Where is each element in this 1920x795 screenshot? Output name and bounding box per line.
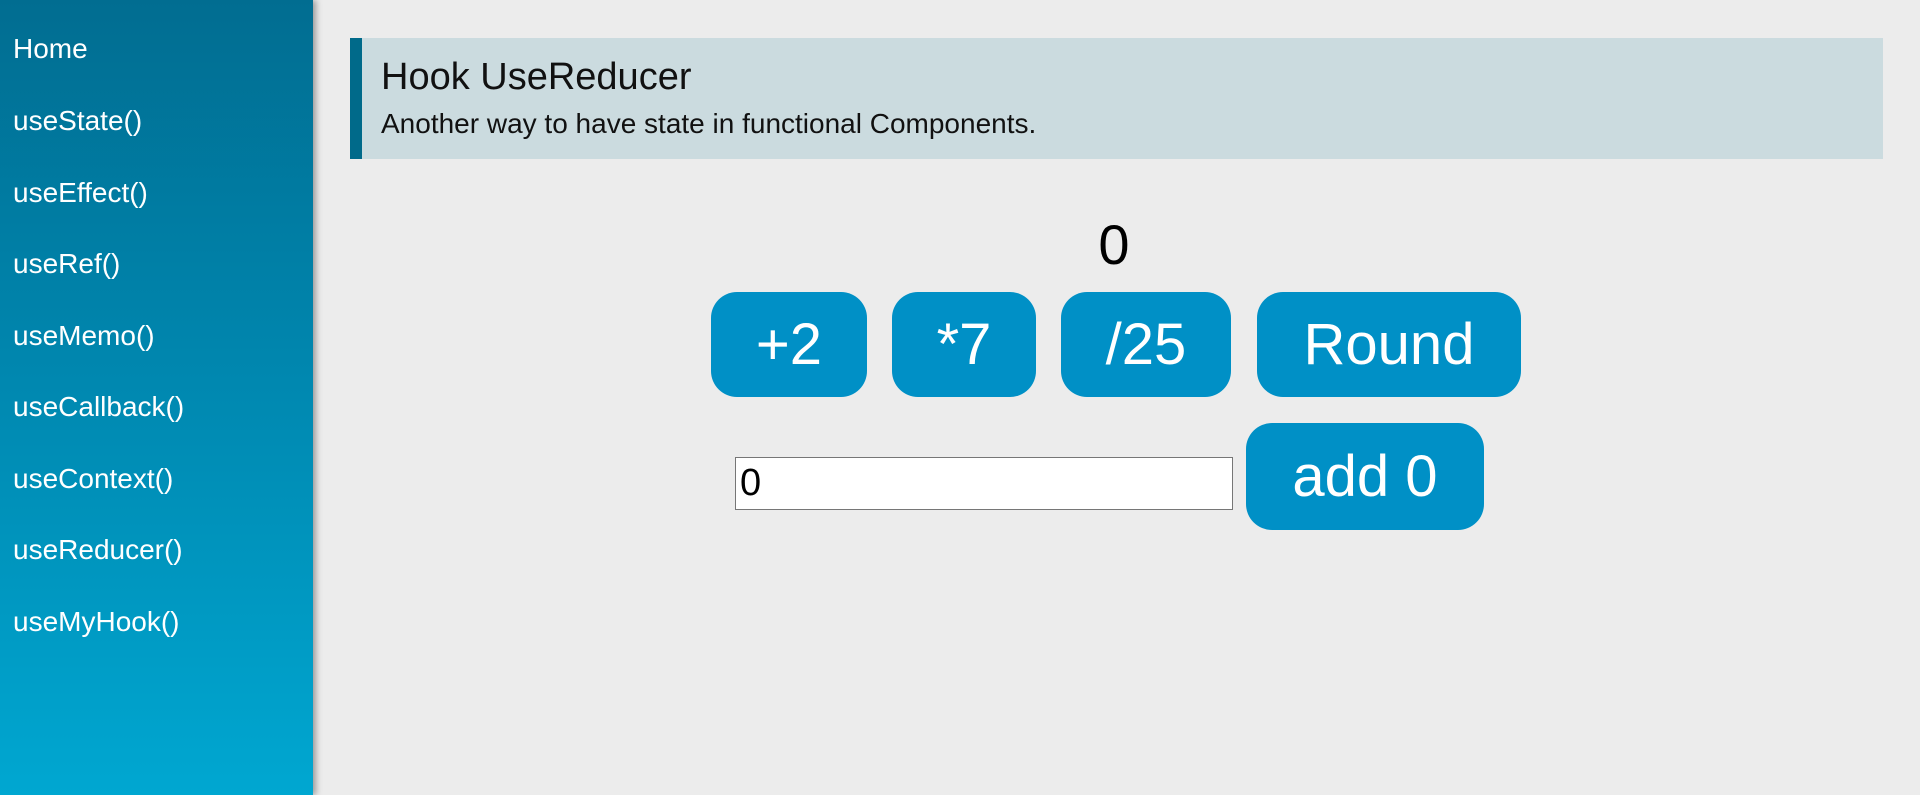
divide-twentyfive-button[interactable]: /25 xyxy=(1061,292,1231,397)
sidebar-item-useeffect[interactable]: useEffect() xyxy=(13,177,148,209)
sidebar-item-usestate[interactable]: useState() xyxy=(13,105,142,137)
multiply-seven-button[interactable]: *7 xyxy=(892,292,1036,397)
sidebar-item-usemyhook[interactable]: useMyHook() xyxy=(13,606,179,638)
sidebar-item-usecallback[interactable]: useCallback() xyxy=(13,391,184,423)
sidebar: Home useState() useEffect() useRef() use… xyxy=(0,0,313,795)
sidebar-item-usememo[interactable]: useMemo() xyxy=(13,320,155,352)
page-title: Hook UseReducer xyxy=(381,56,692,98)
sidebar-item-usecontext[interactable]: useContext() xyxy=(13,463,173,495)
main-content: Hook UseReducer Another way to have stat… xyxy=(313,0,1920,795)
round-button[interactable]: Round xyxy=(1257,292,1521,397)
page-subtitle: Another way to have state in functional … xyxy=(381,108,1037,139)
add-two-button[interactable]: +2 xyxy=(711,292,867,397)
sidebar-item-useref[interactable]: useRef() xyxy=(13,248,120,280)
add-amount-button[interactable]: add 0 xyxy=(1246,423,1484,530)
page-header: Hook UseReducer Another way to have stat… xyxy=(350,38,1883,159)
counter-value: 0 xyxy=(1098,213,1130,276)
sidebar-item-home[interactable]: Home xyxy=(13,33,88,65)
sidebar-item-usereducer[interactable]: useReducer() xyxy=(13,534,183,566)
amount-input[interactable] xyxy=(735,457,1233,510)
